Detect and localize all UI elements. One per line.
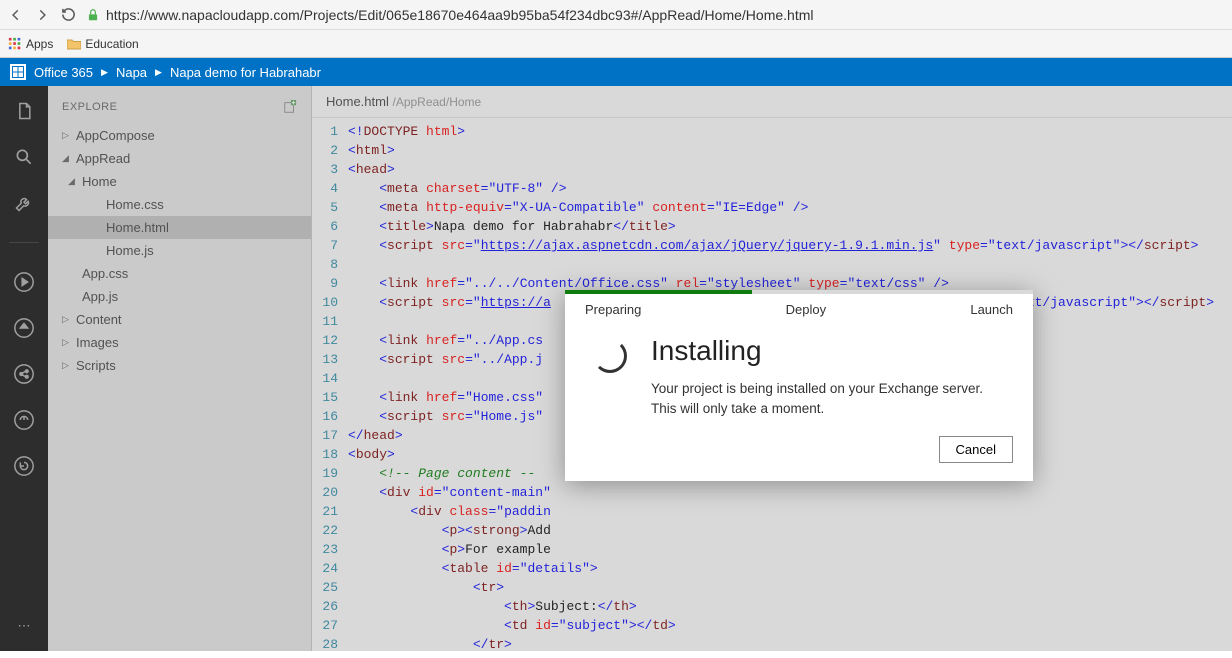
reload-button[interactable] [60,7,76,23]
editor-tab[interactable]: Home.html /AppRead/Home [312,86,1232,118]
cancel-button[interactable]: Cancel [939,436,1013,463]
wrench-icon[interactable] [13,192,35,214]
lock-icon [86,8,100,22]
url-text: https://www.napacloudapp.com/Projects/Ed… [106,7,813,23]
search-icon[interactable] [13,146,35,168]
modal-title: Installing [651,335,983,367]
tree-appread[interactable]: ◢AppRead [48,147,311,170]
spinner-icon [593,339,627,373]
office-logo-icon [10,64,26,80]
tab-path: /AppRead/Home [392,95,481,109]
activity-bar: ⋯ [0,86,48,651]
step-preparing: Preparing [585,302,641,317]
apps-label: Apps [26,37,53,51]
explorer-title-row: EXPLORE [48,96,311,124]
crumb-project[interactable]: Napa demo for Habrahabr [170,65,321,80]
separator [9,242,39,243]
file-tree: ▷AppCompose ◢AppRead ◢Home Home.css Home… [48,124,311,377]
tree-home-js[interactable]: Home.js [48,239,311,262]
install-dialog: Preparing Deploy Launch Installing Your … [565,290,1033,481]
brand-label[interactable]: Office 365 [34,65,93,80]
chevron-right-icon: ▶ [101,67,108,78]
step-deploy: Deploy [786,302,826,317]
tree-app-js[interactable]: App.js [48,285,311,308]
chevron-right-icon: ▶ [155,67,162,78]
tree-home[interactable]: ◢Home [48,170,311,193]
office-header: Office 365 ▶ Napa ▶ Napa demo for Habrah… [0,58,1232,86]
new-file-icon[interactable] [283,100,297,114]
tree-app-css[interactable]: App.css [48,262,311,285]
apps-icon [8,37,22,51]
explorer-sidebar: EXPLORE ▷AppCompose ◢AppRead ◢Home Home.… [48,86,312,651]
browser-toolbar: https://www.napacloudapp.com/Projects/Ed… [0,0,1232,30]
address-bar[interactable]: https://www.napacloudapp.com/Projects/Ed… [86,7,1224,23]
modal-text-2: This will only take a moment. [651,399,983,419]
tree-scripts[interactable]: ▷Scripts [48,354,311,377]
step-launch: Launch [970,302,1013,317]
play-icon[interactable] [13,271,35,293]
bookmark-bar: Apps Education [0,30,1232,58]
share-icon[interactable] [13,363,35,385]
modal-text-1: Your project is being installed on your … [651,379,983,399]
more-icon[interactable]: ⋯ [13,615,35,637]
forward-button[interactable] [34,7,50,23]
apps-shortcut[interactable]: Apps [8,37,53,51]
progress-steps: Preparing Deploy Launch [565,294,1033,317]
tree-content[interactable]: ▷Content [48,308,311,331]
files-icon[interactable] [13,100,35,122]
folder-icon [67,38,81,50]
retry-icon[interactable] [13,317,35,339]
explorer-title: EXPLORE [62,101,117,113]
back-button[interactable] [8,7,24,23]
education-label: Education [85,37,138,51]
publish-icon[interactable] [13,409,35,431]
tree-images[interactable]: ▷Images [48,331,311,354]
tree-appcompose[interactable]: ▷AppCompose [48,124,311,147]
tab-filename: Home.html [326,94,389,109]
education-bookmark[interactable]: Education [67,37,138,51]
crumb-napa[interactable]: Napa [116,65,147,80]
tree-home-css[interactable]: Home.css [48,193,311,216]
history-icon[interactable] [13,455,35,477]
tree-home-html[interactable]: Home.html [48,216,311,239]
